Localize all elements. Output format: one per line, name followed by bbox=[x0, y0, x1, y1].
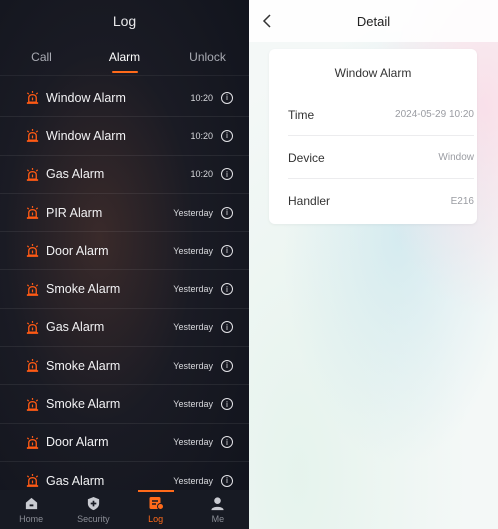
alarm-time: 10:20 bbox=[190, 130, 213, 141]
nav-security-label: Security bbox=[77, 514, 110, 524]
alarm-icon bbox=[24, 90, 40, 106]
alarm-label: Gas Alarm bbox=[46, 167, 105, 182]
alarm-icon bbox=[24, 128, 40, 144]
info-icon[interactable]: i bbox=[221, 168, 233, 181]
alarm-list: Window Alarm 10:20 i Window Alarm 10:20 i Gas … bbox=[0, 79, 249, 501]
alarm-time: Yesterday bbox=[173, 322, 213, 333]
shield-icon bbox=[84, 494, 102, 512]
alarm-row[interactable]: Gas Alarm 10:20 i bbox=[0, 156, 249, 194]
alarm-icon bbox=[24, 243, 40, 259]
detail-value: 2024-05-29 10:20 bbox=[395, 109, 474, 120]
alarm-time: Yesterday bbox=[173, 399, 213, 410]
log-screen: Log Call Alarm Unlock Window Alarm 10:20 i… bbox=[0, 0, 249, 529]
alarm-row[interactable]: Gas Alarm Yesterday i bbox=[0, 309, 249, 348]
info-icon[interactable]: i bbox=[221, 244, 233, 257]
alarm-row[interactable]: Window Alarm 10:20 i bbox=[0, 79, 249, 118]
tab-unlock[interactable]: Unlock bbox=[166, 42, 249, 75]
detail-header: Detail bbox=[249, 0, 498, 42]
info-icon[interactable]: i bbox=[221, 359, 233, 372]
info-icon[interactable]: i bbox=[221, 206, 233, 219]
tab-alarm[interactable]: Alarm bbox=[83, 42, 166, 75]
card-title: Window Alarm bbox=[334, 66, 412, 80]
detail-row-device: Device Window bbox=[288, 137, 474, 179]
nav-me[interactable]: Me bbox=[187, 490, 249, 529]
info-icon[interactable]: i bbox=[221, 91, 233, 104]
user-icon bbox=[209, 494, 227, 512]
detail-row-handler: Handler E216 bbox=[288, 180, 474, 222]
alarm-label: Smoke Alarm bbox=[46, 358, 121, 373]
info-icon[interactable]: i bbox=[221, 129, 233, 142]
detail-row-time: Time 2024-05-29 10:20 bbox=[288, 94, 474, 136]
detail-value: E216 bbox=[450, 195, 474, 207]
back-icon[interactable] bbox=[259, 13, 275, 29]
page-title: Log bbox=[112, 13, 137, 29]
nav-home-label: Home bbox=[19, 514, 44, 524]
alarm-row[interactable]: Window Alarm 10:20 i bbox=[0, 117, 249, 156]
nav-security[interactable]: Security bbox=[62, 490, 124, 529]
alarm-label: Gas Alarm bbox=[46, 320, 105, 335]
alarm-label: Smoke Alarm bbox=[46, 397, 121, 412]
alarm-time: Yesterday bbox=[173, 284, 213, 295]
nav-home[interactable]: Home bbox=[0, 490, 62, 529]
bottom-nav: Home Security Log Me bbox=[0, 490, 249, 529]
detail-label: Handler bbox=[288, 194, 331, 208]
alarm-label: Door Alarm bbox=[46, 435, 109, 450]
alarm-icon bbox=[24, 473, 40, 489]
alarm-time: Yesterday bbox=[173, 207, 213, 218]
detail-screen: Detail Window Alarm Time 2024-05-29 10:2… bbox=[249, 0, 498, 529]
detail-card: Window Alarm Time 2024-05-29 10:20 Devic… bbox=[269, 49, 477, 224]
alarm-icon bbox=[24, 166, 40, 182]
alarm-label: Window Alarm bbox=[46, 128, 126, 143]
info-icon[interactable]: i bbox=[221, 321, 233, 334]
alarm-row[interactable]: Smoke Alarm Yesterday i bbox=[0, 347, 249, 386]
alarm-icon bbox=[24, 319, 40, 335]
detail-title: Detail bbox=[356, 13, 391, 29]
alarm-row[interactable]: Door Alarm Yesterday i bbox=[0, 232, 249, 271]
alarm-icon bbox=[24, 205, 40, 221]
alarm-label: Window Alarm bbox=[46, 90, 126, 105]
alarm-icon bbox=[24, 281, 40, 297]
alarm-label: PIR Alarm bbox=[46, 205, 103, 220]
alarm-time: 10:20 bbox=[190, 169, 213, 180]
alarm-icon bbox=[24, 396, 40, 412]
alarm-label: Door Alarm bbox=[46, 243, 109, 258]
detail-label: Device bbox=[288, 150, 325, 165]
info-icon[interactable]: i bbox=[221, 398, 233, 411]
log-tabs: Call Alarm Unlock bbox=[0, 42, 249, 76]
alarm-row[interactable]: PIR Alarm Yesterday i bbox=[0, 194, 249, 233]
nav-log-label: Log bbox=[148, 514, 164, 524]
detail-value: Window bbox=[438, 152, 474, 163]
alarm-icon bbox=[24, 358, 40, 374]
alarm-time: Yesterday bbox=[173, 475, 213, 486]
alarm-time: Yesterday bbox=[173, 360, 213, 371]
alarm-time: Yesterday bbox=[173, 437, 213, 448]
info-icon[interactable]: i bbox=[221, 283, 233, 296]
alarm-time: Yesterday bbox=[173, 245, 213, 256]
nav-me-label: Me bbox=[211, 514, 225, 524]
alarm-label: Gas Alarm bbox=[46, 473, 105, 488]
nav-log[interactable]: Log bbox=[125, 490, 187, 529]
detail-label: Time bbox=[288, 107, 315, 122]
alarm-label: Smoke Alarm bbox=[46, 282, 121, 297]
log-icon bbox=[147, 494, 165, 512]
alarm-row[interactable]: Smoke Alarm Yesterday i bbox=[0, 385, 249, 424]
info-icon[interactable]: i bbox=[221, 436, 233, 449]
alarm-row[interactable]: Smoke Alarm Yesterday i bbox=[0, 270, 249, 309]
alarm-time: 10:20 bbox=[190, 92, 213, 103]
alarm-row[interactable]: Door Alarm Yesterday i bbox=[0, 424, 249, 462]
info-icon[interactable]: i bbox=[221, 474, 233, 487]
home-icon bbox=[22, 494, 40, 512]
tab-call[interactable]: Call bbox=[0, 42, 83, 75]
alarm-icon bbox=[24, 434, 40, 450]
